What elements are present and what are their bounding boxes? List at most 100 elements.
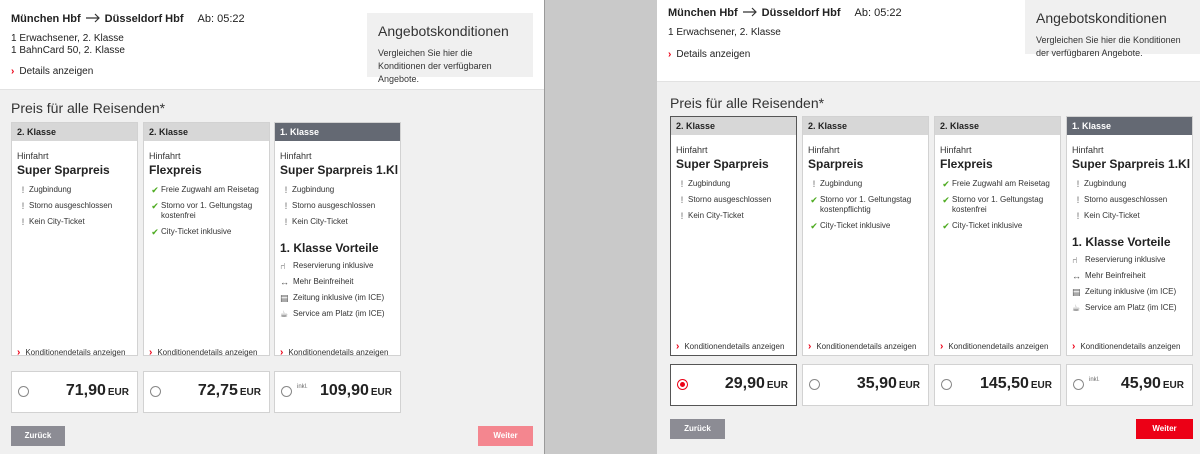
- fare-card[interactable]: 1. Klasse Hinfahrt Super Sparpreis 1.Kl! Zu…: [274, 122, 401, 413]
- fare-price-value: 29,90: [724, 375, 765, 392]
- departure-time: Ab: 05:22: [854, 7, 902, 19]
- fare-price: 109,90 EUR: [320, 382, 392, 400]
- first-class-perks: ⑁ Reservierung inklusive ↔ Mehr Beinfreihei…: [280, 261, 400, 319]
- fare-feature: ✔ City-Ticket inklusive: [808, 221, 928, 231]
- fare-feature: ! Zugbindung: [808, 179, 928, 189]
- fare-card[interactable]: 2. Klasse Hinfahrt Flexpreis ✔ Freie Zugwahl…: [143, 122, 270, 413]
- fare-card-body: 1. Klasse Hinfahrt Super Sparpreis 1.Kl! Zu…: [1066, 116, 1193, 356]
- fare-direction: Hinfahrt: [17, 151, 49, 161]
- conditions-details-link[interactable]: › Konditionendetails anzeigen: [808, 341, 916, 352]
- conditions-details-link[interactable]: › Konditionendetails anzeigen: [676, 341, 784, 352]
- fare-card[interactable]: 2. Klasse Hinfahrt Super Sparpreis! Zugbind…: [670, 116, 797, 406]
- fare-direction: Hinfahrt: [940, 145, 972, 155]
- details-link[interactable]: › Details anzeigen: [11, 66, 93, 77]
- fare-feature-text: Zugbindung: [688, 179, 731, 188]
- fare-select-radio[interactable]: [809, 379, 820, 390]
- exclamation-icon: !: [680, 179, 684, 189]
- seat-icon: ⑁: [280, 261, 286, 271]
- fare-price: 29,90 EUR: [725, 375, 788, 393]
- fare-feature: ✔ City-Ticket inklusive: [149, 227, 269, 237]
- fare-class-label: 1. Klasse: [1067, 117, 1192, 135]
- fare-feature-text: City-Ticket inklusive: [820, 221, 891, 230]
- fare-feature: ! Storno ausgeschlossen: [676, 195, 796, 205]
- exclamation-icon: !: [284, 185, 288, 195]
- fare-feature-text: Zugbindung: [292, 185, 335, 194]
- fare-feature-text: Storno ausgeschlossen: [29, 201, 113, 210]
- fare-class-label: 1. Klasse: [275, 123, 400, 141]
- perk-item: ▤ Zeitung inklusive (im ICE): [1072, 287, 1192, 297]
- perk-text: Service am Platz (im ICE): [293, 309, 385, 318]
- fare-select-radio[interactable]: [18, 386, 29, 397]
- exclamation-icon: !: [21, 201, 25, 211]
- conditions-details-link[interactable]: › Konditionendetails anzeigen: [17, 347, 125, 358]
- perk-text: Reservierung inklusive: [293, 261, 374, 270]
- gutter: [545, 0, 657, 454]
- traveller-list: 1 Erwachsener, 2. Klasse: [668, 27, 781, 39]
- fare-card-body: 2. Klasse Hinfahrt Flexpreis ✔ Freie Zugwahl…: [934, 116, 1061, 356]
- fare-price: 35,90 EUR: [857, 375, 920, 393]
- checkmark-icon: ✔: [942, 179, 950, 189]
- conditions-details-label: Konditionendetails anzeigen: [684, 342, 785, 351]
- details-link[interactable]: › Details anzeigen: [668, 49, 750, 60]
- chevron-right-icon: ›: [676, 341, 680, 352]
- perk-text: Mehr Beinfreiheit: [1085, 271, 1146, 280]
- fare-price-box[interactable]: 71,90 EUR: [11, 371, 138, 413]
- route-from: München Hbf: [11, 13, 81, 25]
- offer-conditions-title: Angebotskonditionen: [378, 23, 509, 39]
- seat-icon: ⑁: [1072, 255, 1078, 265]
- arrow-right-icon: [742, 7, 758, 17]
- fare-price-box[interactable]: 72,75 EUR: [143, 371, 270, 413]
- conditions-details-link[interactable]: › Konditionendetails anzeigen: [1072, 341, 1180, 352]
- back-button[interactable]: Zurück: [670, 419, 725, 439]
- checkmark-icon: ✔: [810, 195, 818, 205]
- fare-select-radio[interactable]: [941, 379, 952, 390]
- fare-feature: ✔ Storno vor 1. Geltungstag kostenpflicht…: [808, 195, 928, 215]
- fare-feature-list: ! Zugbindung ✔ Storno vor 1. Geltungstag ko…: [808, 179, 928, 231]
- traveller-line: 1 BahnCard 50, 2. Klasse: [11, 45, 125, 56]
- fare-feature-text: City-Ticket inklusive: [952, 221, 1023, 230]
- fare-select-radio[interactable]: [150, 386, 161, 397]
- conditions-details-link[interactable]: › Konditionendetails anzeigen: [940, 341, 1048, 352]
- fare-price-box[interactable]: 29,90 EUR: [670, 364, 797, 406]
- fare-select-radio[interactable]: [1073, 379, 1084, 390]
- fare-price-value: 145,50: [979, 375, 1029, 392]
- fare-name: Flexpreis: [149, 163, 202, 177]
- perk-text: Zeitung inklusive (im ICE): [293, 293, 385, 302]
- fare-class-label: 2. Klasse: [803, 117, 928, 135]
- fare-price-box[interactable]: 35,90 EUR: [802, 364, 929, 406]
- conditions-details-link[interactable]: › Konditionendetails anzeigen: [149, 347, 257, 358]
- fare-card[interactable]: 2. Klasse Hinfahrt Super Sparpreis! Zugbind…: [11, 122, 138, 413]
- fare-price-box[interactable]: inkl. 45,90 EUR: [1066, 364, 1193, 406]
- legroom-icon: ↔: [280, 277, 289, 287]
- fare-select-radio[interactable]: [281, 386, 292, 397]
- fare-feature-text: Zugbindung: [29, 185, 72, 194]
- fare-name: Super Sparpreis: [17, 163, 110, 177]
- perk-text: Reservierung inklusive: [1085, 255, 1166, 264]
- continue-button[interactable]: Weiter: [1136, 419, 1193, 439]
- fare-card[interactable]: 1. Klasse Hinfahrt Super Sparpreis 1.Kl! Zu…: [1066, 116, 1193, 406]
- conditions-details-label: Konditionendetails anzeigen: [1080, 342, 1181, 351]
- perk-text: Service am Platz (im ICE): [1085, 303, 1177, 312]
- conditions-details-link[interactable]: › Konditionendetails anzeigen: [280, 347, 388, 358]
- fare-price-box[interactable]: 145,50 EUR: [934, 364, 1061, 406]
- fare-card[interactable]: 2. Klasse Hinfahrt Sparpreis! Zugbindung ✔ St…: [802, 116, 929, 406]
- fare-card[interactable]: 2. Klasse Hinfahrt Flexpreis ✔ Freie Zugwahl…: [934, 116, 1061, 406]
- fare-price: 72,75 EUR: [198, 382, 261, 400]
- fare-feature: ✔ Freie Zugwahl am Reisetag: [940, 179, 1060, 189]
- back-button[interactable]: Zurück: [11, 426, 65, 446]
- perk-item: ↔ Mehr Beinfreiheit: [280, 277, 400, 287]
- fare-feature: ! Zugbindung: [280, 185, 400, 195]
- conditions-details-label: Konditionendetails anzeigen: [816, 342, 917, 351]
- fare-price-box[interactable]: inkl. 109,90 EUR: [274, 371, 401, 413]
- chevron-right-icon: ›: [280, 347, 284, 358]
- perk-text: Mehr Beinfreiheit: [293, 277, 354, 286]
- traveller-line: 1 Erwachsener, 2. Klasse: [668, 27, 781, 38]
- fare-select-radio[interactable]: [677, 379, 688, 390]
- fare-feature-text: Kein City-Ticket: [1084, 211, 1140, 220]
- chevron-right-icon: ›: [149, 347, 153, 358]
- legroom-icon: ↔: [1072, 271, 1081, 281]
- fare-feature: ! Kein City-Ticket: [280, 217, 400, 227]
- continue-button[interactable]: Weiter: [478, 426, 533, 446]
- fare-feature-list: ✔ Freie Zugwahl am Reisetag ✔ Storno vor 1.…: [149, 185, 269, 237]
- fare-feature-text: Zugbindung: [1084, 179, 1127, 188]
